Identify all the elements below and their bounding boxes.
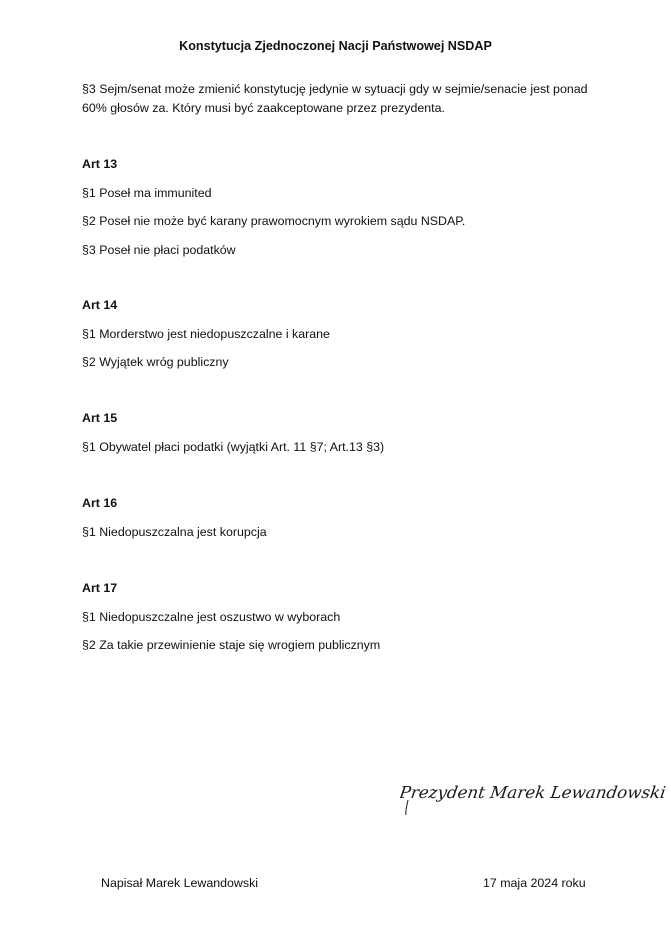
document-page: Konstytucja Zjednoczonej Nacji Państwowe… <box>0 0 671 946</box>
article-paragraph: §1 Obywatel płaci podatki (wyjątki Art. … <box>82 440 385 454</box>
article-heading: Art 14 <box>82 298 118 312</box>
article-paragraph: §1 Morderstwo jest niedopuszczalne i kar… <box>82 327 330 341</box>
article-paragraph: §2 Poseł nie może być karany prawomocnym… <box>82 214 466 229</box>
article-heading: Art 15 <box>82 411 118 425</box>
article-16: Art 16 §1 Niedopuszczalna jest korupcja <box>82 496 642 553</box>
footer-author: Napisał Marek Lewandowski <box>101 876 259 890</box>
article-13: Art 13 §1 Poseł ma immunited §2 Poseł ni… <box>82 157 642 271</box>
footer-date: 17 maja 2024 roku <box>483 876 586 890</box>
signature-svg: Prezydent Marek Lewandowski <box>400 783 667 816</box>
article-heading: Art 16 <box>82 496 118 510</box>
article-heading: Art 17 <box>82 581 118 595</box>
article-15: Art 15 §1 Obywatel płaci podatki (wyjątk… <box>82 411 642 468</box>
signature-text: Prezydent Marek Lewandowski <box>400 783 667 802</box>
article-paragraph: §1 Niedopuszczalne jest oszustwo w wybor… <box>82 610 341 624</box>
intro-paragraph: §3 Sejm/senat może zmienić konstytucję j… <box>82 82 588 115</box>
article-paragraph: §3 Poseł nie płaci podatków <box>82 242 236 257</box>
article-paragraph: §2 Wyjątek wróg publiczny <box>82 355 229 370</box>
signature-flourish <box>405 799 409 816</box>
article-14: Art 14 §1 Morderstwo jest niedopuszczaln… <box>82 298 642 384</box>
article-paragraph: §2 Za takie przewinienie staje się wrogi… <box>82 638 381 653</box>
article-paragraph: §1 Niedopuszczalna jest korupcja <box>82 525 267 539</box>
document-title: Konstytucja Zjednoczonej Nacji Państwowe… <box>179 39 492 53</box>
article-heading: Art 13 <box>82 157 118 171</box>
president-signature: Prezydent Marek Lewandowski <box>400 776 670 818</box>
article-17: Art 17 §1 Niedopuszczalne jest oszustwo … <box>82 581 642 667</box>
article-paragraph: §1 Poseł ma immunited <box>82 186 212 200</box>
